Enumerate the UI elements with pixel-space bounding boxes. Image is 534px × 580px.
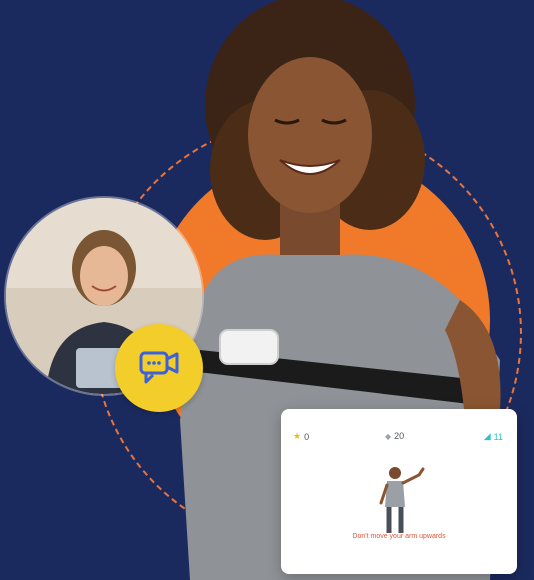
points-stat: ◆ 20 — [385, 431, 404, 441]
stars-stat: ★ 0 — [293, 431, 309, 442]
exercise-instruction: Don't move your arm upwards — [352, 533, 446, 540]
promo-scene: ★ 0 ◆ 20 ◢ 11 Don't move your arm upward… — [0, 0, 534, 580]
card-stats-bar: ★ 0 ◆ 20 ◢ 11 — [281, 431, 517, 447]
stars-count: 0 — [304, 431, 310, 442]
progress-stat: ◢ 11 — [484, 431, 503, 442]
exercise-figure-icon — [379, 467, 425, 533]
points-count: 20 — [394, 431, 405, 441]
star-icon: ★ — [293, 431, 302, 441]
gem-icon: ◆ — [385, 431, 392, 441]
video-call-button[interactable] — [115, 324, 203, 412]
progress-count: 11 — [493, 431, 503, 442]
video-chat-icon — [139, 351, 179, 384]
progress-icon: ◢ — [483, 431, 491, 441]
exercise-card: ★ 0 ◆ 20 ◢ 11 Don't move your arm upward… — [281, 409, 517, 574]
